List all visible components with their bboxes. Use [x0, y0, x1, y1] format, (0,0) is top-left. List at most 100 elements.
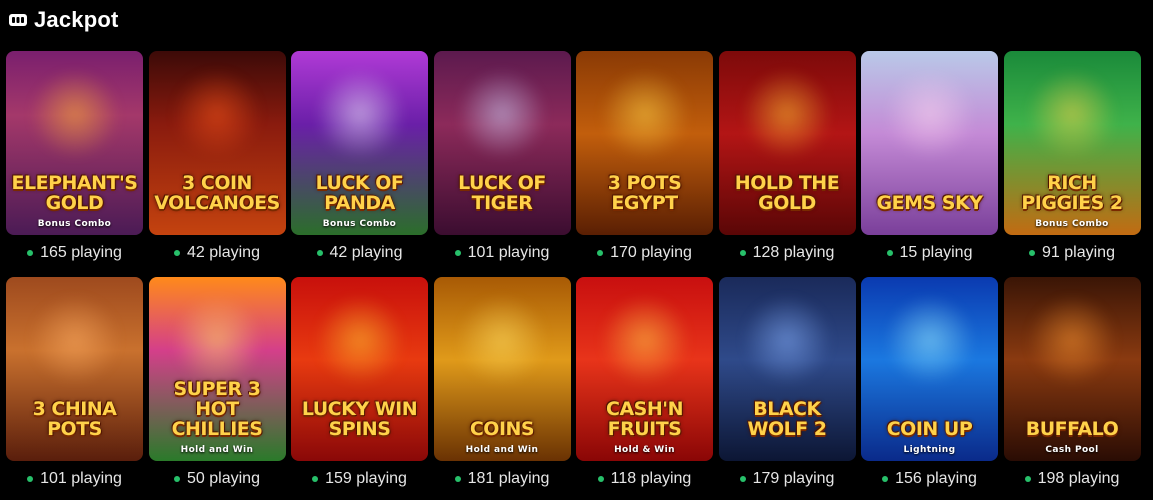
players-count-label: 101 playing	[40, 470, 122, 487]
game-art	[742, 68, 832, 159]
game-thumbnail[interactable]: Coin Up Lightning	[861, 277, 998, 461]
game-thumbnail[interactable]: Hold the Gold	[718, 51, 856, 235]
game-title: Super 3 Hot Chillies	[171, 378, 263, 440]
game-art	[884, 294, 975, 385]
game-thumbnail[interactable]: Elephant's Gold Bonus Combo	[6, 51, 143, 235]
game-thumbnail[interactable]: Black Wolf 2	[718, 277, 856, 461]
players-count: 101 playing	[6, 461, 143, 497]
game-art	[457, 68, 547, 159]
game-card[interactable]: Coin Up Lightning 156 playing	[861, 277, 998, 497]
players-count-label: 159 playing	[325, 470, 407, 487]
game-card[interactable]: 3 China Pots 101 playing	[6, 277, 143, 497]
game-card[interactable]: Super 3 Hot Chillies Hold and Win 50 playi…	[148, 277, 286, 497]
game-subtitle: Bonus Combo	[1035, 219, 1109, 229]
game-thumbnail[interactable]: 3 China Pots	[6, 277, 143, 461]
game-art	[884, 68, 975, 159]
game-title: Cash'n Fruits	[606, 398, 683, 440]
game-thumbnail[interactable]: Lucky Win Spins	[291, 277, 428, 461]
players-count: 91 playing	[1004, 235, 1141, 271]
online-dot-icon	[739, 250, 746, 256]
players-count: 181 playing	[434, 461, 571, 497]
game-thumbnail[interactable]: 3 Pots Egypt	[576, 51, 713, 235]
players-count: 179 playing	[719, 461, 856, 497]
game-card[interactable]: 3 Coin Volcanoes 42 playing	[148, 51, 286, 271]
game-thumbnail[interactable]: Luck of Panda Bonus Combo	[291, 51, 428, 235]
players-count: 159 playing	[291, 461, 428, 497]
players-count-label: 128 playing	[752, 244, 835, 261]
game-card[interactable]: Elephant's Gold Bonus Combo 165 playing	[6, 51, 143, 271]
game-thumbnail[interactable]: Coins Hold and Win	[433, 277, 571, 461]
game-card[interactable]: Rich Piggies 2 Bonus Combo 91 playing	[1003, 51, 1141, 271]
game-card[interactable]: Coins Hold and Win 181 playing	[433, 277, 571, 497]
game-art	[314, 294, 405, 385]
game-title: 3 China Pots	[32, 398, 117, 440]
game-title: Black Wolf 2	[747, 398, 827, 440]
players-count: 42 playing	[149, 235, 286, 271]
game-title: 3 Pots Egypt	[607, 172, 682, 214]
game-thumbnail[interactable]: Luck of Tiger	[433, 51, 571, 235]
online-dot-icon	[1029, 250, 1036, 256]
game-card[interactable]: Lucky Win Spins 159 playing	[291, 277, 428, 497]
online-dot-icon	[882, 476, 889, 482]
players-count: 156 playing	[861, 461, 998, 497]
players-count-label: 156 playing	[895, 470, 977, 487]
game-card[interactable]: Buffalo Cash Pool 198 playing	[1003, 277, 1141, 497]
game-title: Luck of Panda	[315, 172, 404, 214]
game-card[interactable]: Luck of Panda Bonus Combo 42 playing	[291, 51, 428, 271]
game-title: Elephant's Gold	[11, 172, 138, 214]
players-count-label: 15 playing	[899, 244, 973, 261]
players-count: 165 playing	[6, 235, 143, 271]
online-dot-icon	[597, 476, 604, 482]
online-dot-icon	[174, 476, 181, 482]
section-header: Jackpot	[8, 4, 119, 36]
game-card[interactable]: Luck of Tiger 101 playing	[433, 51, 571, 271]
game-title: Coins	[469, 418, 535, 440]
players-count: 101 playing	[434, 235, 571, 271]
game-art	[1027, 294, 1117, 385]
game-subtitle: Hold and Win	[180, 445, 254, 455]
game-art	[599, 294, 690, 385]
game-subtitle: Hold & Win	[614, 445, 675, 455]
jackpot-section: Jackpot Elephant's Gold Bonus Combo 165 pl…	[0, 0, 1153, 500]
game-art	[314, 68, 405, 159]
online-dot-icon	[1024, 476, 1031, 482]
game-card[interactable]: Black Wolf 2 179 playing	[718, 277, 856, 497]
game-art	[1027, 68, 1117, 159]
players-count-label: 50 playing	[187, 470, 260, 487]
game-thumbnail[interactable]: Super 3 Hot Chillies Hold and Win	[148, 277, 286, 461]
game-subtitle: Cash Pool	[1045, 445, 1099, 455]
online-dot-icon	[27, 250, 34, 256]
online-dot-icon	[454, 250, 461, 256]
jackpot-machine-icon	[8, 10, 28, 30]
online-dot-icon	[886, 250, 893, 256]
game-title: Hold the Gold	[734, 172, 840, 214]
game-card[interactable]: Gems Sky 15 playing	[861, 51, 998, 271]
game-thumbnail[interactable]: 3 Coin Volcanoes	[148, 51, 286, 235]
players-count-label: 179 playing	[752, 470, 835, 487]
game-thumbnail[interactable]: Rich Piggies 2 Bonus Combo	[1003, 51, 1141, 235]
game-card[interactable]: Hold the Gold 128 playing	[718, 51, 856, 271]
online-dot-icon	[174, 250, 181, 256]
players-count-label: 101 playing	[467, 244, 550, 261]
online-dot-icon	[316, 250, 323, 256]
game-card[interactable]: Cash'n Fruits Hold & Win 118 playing	[576, 277, 713, 497]
game-title: Gems Sky	[876, 192, 983, 214]
game-subtitle: Bonus Combo	[37, 219, 112, 229]
game-card[interactable]: 3 Pots Egypt 170 playing	[576, 51, 713, 271]
players-count: 15 playing	[861, 235, 998, 271]
game-art	[742, 294, 832, 385]
game-art	[457, 294, 547, 385]
players-count-label: 198 playing	[1037, 470, 1120, 487]
players-count-label: 170 playing	[610, 244, 692, 261]
game-thumbnail[interactable]: Buffalo Cash Pool	[1003, 277, 1141, 461]
players-count-label: 118 playing	[610, 470, 692, 487]
section-title: Jackpot	[34, 7, 119, 32]
game-art	[172, 68, 262, 159]
players-count: 198 playing	[1004, 461, 1141, 497]
game-thumbnail[interactable]: Cash'n Fruits Hold & Win	[576, 277, 713, 461]
game-art	[29, 68, 120, 159]
players-count-label: 165 playing	[40, 244, 122, 261]
game-thumbnail[interactable]: Gems Sky	[861, 51, 998, 235]
online-dot-icon	[312, 476, 319, 482]
game-subtitle: Bonus Combo	[322, 219, 397, 229]
